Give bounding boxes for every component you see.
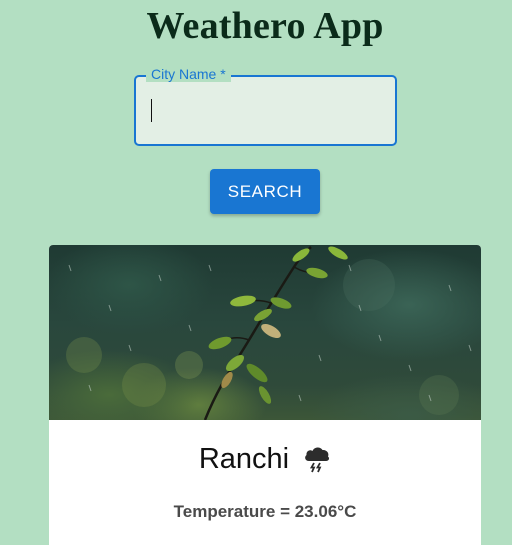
search-button[interactable]: SEARCH	[210, 169, 320, 214]
city-name: Ranchi	[198, 442, 290, 475]
city-name-field[interactable]: City Name *	[134, 66, 397, 146]
app-title: Weathero App	[146, 5, 384, 47]
rainy-branch-illustration	[66, 246, 472, 421]
city-name-input[interactable]	[146, 91, 389, 129]
city-heading: Ranchi	[49, 442, 481, 476]
weather-card: Ranchi Temperature = 23.06°C	[49, 245, 481, 545]
city-name-label: City Name *	[146, 66, 231, 82]
text-cursor	[151, 99, 152, 122]
weather-image	[49, 245, 481, 421]
temperature-text: Temperature = 23.06°C	[173, 502, 357, 521]
thunderstorm-cloud-icon	[303, 444, 331, 474]
